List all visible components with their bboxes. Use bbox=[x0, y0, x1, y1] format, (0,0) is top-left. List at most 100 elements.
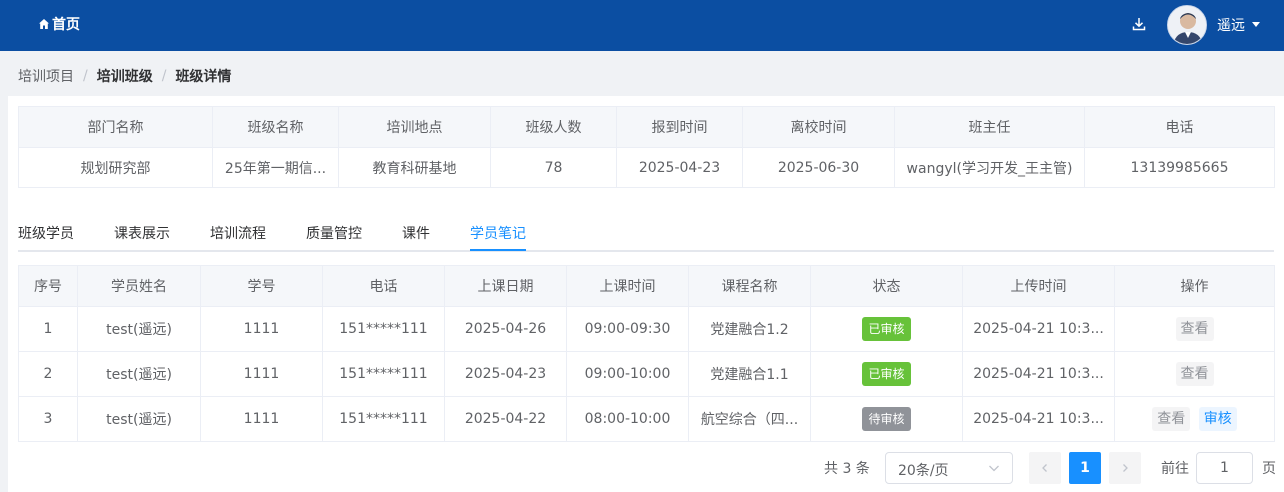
header-class-time: 上课时间 bbox=[566, 265, 689, 307]
table-row: 2 test(遥远) 1111 151*****111 2025-04-23 0… bbox=[18, 351, 1275, 397]
page-number-current[interactable]: 1 bbox=[1069, 452, 1101, 484]
row-actions: 查看 bbox=[1114, 306, 1275, 352]
tab-training-process[interactable]: 培训流程 bbox=[210, 223, 266, 243]
view-button[interactable]: 查看 bbox=[1175, 317, 1214, 341]
next-page-button[interactable] bbox=[1109, 452, 1141, 484]
row-class-time: 08:00-10:00 bbox=[566, 396, 689, 442]
status-badge: 待审核 bbox=[862, 407, 911, 431]
row-index: 1 bbox=[18, 306, 78, 352]
header-department: 部门名称 bbox=[18, 106, 213, 148]
row-upload-time: 2025-04-21 10:3... bbox=[962, 351, 1115, 397]
row-upload-time: 2025-04-21 10:3... bbox=[962, 306, 1115, 352]
breadcrumb-item-class-detail: 班级详情 bbox=[175, 69, 232, 85]
row-course-name: 党建融合1.1 bbox=[688, 351, 811, 397]
goto-label: 前往 bbox=[1161, 461, 1189, 477]
row-phone: 151*****111 bbox=[322, 306, 445, 352]
active-tab-indicator bbox=[470, 249, 526, 251]
home-label: 首页 bbox=[52, 17, 80, 33]
chevron-right-icon bbox=[1123, 464, 1128, 472]
class-info-table: 部门名称 班级名称 培训地点 班级人数 报到时间 离校时间 班主任 电话 规划研… bbox=[18, 106, 1275, 188]
header-location: 培训地点 bbox=[338, 106, 491, 148]
chevron-down-icon bbox=[989, 465, 999, 472]
row-class-date: 2025-04-23 bbox=[444, 351, 567, 397]
home-nav-link[interactable]: 首页 bbox=[38, 14, 80, 34]
tab-courseware[interactable]: 课件 bbox=[402, 223, 430, 243]
breadcrumb-item-training-class[interactable]: 培训班级 bbox=[97, 66, 153, 86]
header-upload-time: 上传时间 bbox=[962, 265, 1115, 307]
header-index: 序号 bbox=[18, 265, 78, 307]
tab-schedule[interactable]: 课表展示 bbox=[114, 223, 170, 243]
user-name[interactable]: 遥远 bbox=[1217, 15, 1245, 35]
header-headcount: 班级人数 bbox=[490, 106, 617, 148]
row-status-cell: 已审核 bbox=[810, 306, 963, 352]
row-student-no: 1111 bbox=[200, 306, 323, 352]
class-name-value: 25年第一期信... bbox=[212, 147, 339, 188]
review-button[interactable]: 审核 bbox=[1198, 407, 1237, 431]
row-index: 2 bbox=[18, 351, 78, 397]
row-student-name: test(遥远) bbox=[77, 306, 201, 352]
row-index: 3 bbox=[18, 396, 78, 442]
tab-student-notes[interactable]: 学员笔记 bbox=[470, 223, 526, 243]
page-suffix-label: 页 bbox=[1262, 461, 1276, 477]
header-phone: 电话 bbox=[1084, 106, 1275, 148]
header-student-name: 学员姓名 bbox=[77, 265, 201, 307]
header-head-teacher: 班主任 bbox=[894, 106, 1085, 148]
header-status: 状态 bbox=[810, 265, 963, 307]
header-leave-date: 离校时间 bbox=[742, 106, 895, 148]
row-actions: 查看 审核 bbox=[1114, 396, 1275, 442]
leave-date-value: 2025-06-30 bbox=[742, 147, 895, 188]
department-value: 规划研究部 bbox=[18, 147, 213, 188]
header-class-name: 班级名称 bbox=[212, 106, 339, 148]
goto-page-input[interactable] bbox=[1196, 452, 1253, 484]
student-notes-table: 序号 学员姓名 学号 电话 上课日期 上课时间 课程名称 状态 上传时间 操作 … bbox=[18, 265, 1275, 442]
row-student-no: 1111 bbox=[200, 396, 323, 442]
header-student-no: 学号 bbox=[200, 265, 323, 307]
headcount-value: 78 bbox=[490, 147, 617, 188]
header-class-date: 上课日期 bbox=[444, 265, 567, 307]
row-course-name: 党建融合1.2 bbox=[688, 306, 811, 352]
table-row: 3 test(遥远) 1111 151*****111 2025-04-22 0… bbox=[18, 396, 1275, 442]
row-course-name: 航空综合（四... bbox=[688, 396, 811, 442]
breadcrumb-item-training-project[interactable]: 培训项目 bbox=[18, 66, 74, 86]
phone-value: 13139985665 bbox=[1084, 147, 1275, 188]
breadcrumb: 培训项目 / 培训班级 / 班级详情 bbox=[18, 66, 231, 86]
row-actions: 查看 bbox=[1114, 351, 1275, 397]
row-class-time: 09:00-09:30 bbox=[566, 306, 689, 352]
header-checkin-date: 报到时间 bbox=[616, 106, 743, 148]
page-size-select[interactable]: 20条/页 bbox=[885, 452, 1013, 484]
tab-class-students[interactable]: 班级学员 bbox=[18, 223, 74, 243]
view-button[interactable]: 查看 bbox=[1175, 362, 1214, 386]
breadcrumb-separator: / bbox=[83, 68, 88, 84]
notes-header-row: 序号 学员姓名 学号 电话 上课日期 上课时间 课程名称 状态 上传时间 操作 bbox=[18, 265, 1275, 307]
head-teacher-value: wangyl(学习开发_王主管) bbox=[894, 147, 1085, 188]
class-info-value-row: 规划研究部 25年第一期信... 教育科研基地 78 2025-04-23 20… bbox=[18, 147, 1275, 188]
caret-down-icon[interactable] bbox=[1252, 22, 1260, 27]
top-navbar: 首页 遥远 bbox=[0, 0, 1284, 51]
pagination-total: 共 3 条 bbox=[824, 461, 870, 477]
header-course-name: 课程名称 bbox=[688, 265, 811, 307]
class-info-header-row: 部门名称 班级名称 培训地点 班级人数 报到时间 离校时间 班主任 电话 bbox=[18, 106, 1275, 148]
status-badge: 已审核 bbox=[862, 362, 911, 386]
page-size-value: 20条/页 bbox=[898, 463, 949, 479]
detail-tabs: 班级学员 课表展示 培训流程 质量管控 课件 学员笔记 bbox=[18, 220, 1274, 252]
status-badge: 已审核 bbox=[862, 317, 911, 341]
prev-page-button[interactable] bbox=[1029, 452, 1061, 484]
table-row: 1 test(遥远) 1111 151*****111 2025-04-26 0… bbox=[18, 306, 1275, 352]
header-actions: 操作 bbox=[1114, 265, 1275, 307]
row-class-time: 09:00-10:00 bbox=[566, 351, 689, 397]
row-phone: 151*****111 bbox=[322, 396, 445, 442]
home-icon bbox=[39, 19, 49, 29]
avatar[interactable] bbox=[1167, 5, 1207, 45]
row-student-name: test(遥远) bbox=[77, 396, 201, 442]
chevron-left-icon bbox=[1042, 464, 1047, 472]
view-button[interactable]: 查看 bbox=[1152, 407, 1191, 431]
location-value: 教育科研基地 bbox=[338, 147, 491, 188]
header-phone: 电话 bbox=[322, 265, 445, 307]
download-icon[interactable] bbox=[1131, 16, 1147, 32]
row-student-name: test(遥远) bbox=[77, 351, 201, 397]
breadcrumb-separator: / bbox=[161, 68, 167, 84]
row-phone: 151*****111 bbox=[322, 351, 445, 397]
tab-quality-control[interactable]: 质量管控 bbox=[306, 223, 362, 243]
row-status-cell: 已审核 bbox=[810, 351, 963, 397]
checkin-date-value: 2025-04-23 bbox=[616, 147, 743, 188]
